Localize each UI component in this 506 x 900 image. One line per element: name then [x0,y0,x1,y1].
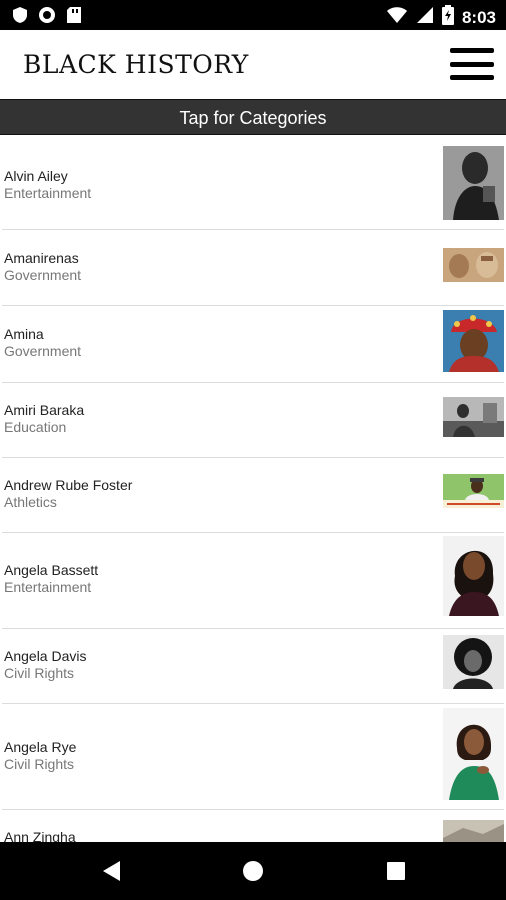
person-photo [443,635,504,689]
hamburger-menu-icon[interactable] [450,48,494,80]
person-name: Angela Davis [4,648,87,664]
list-item[interactable]: Angela Davis Civil Rights [0,629,506,704]
list-item[interactable]: Angela Rye Civil Rights [0,704,506,810]
person-name: Amina [4,326,44,342]
person-name: Andrew Rube Foster [4,477,133,493]
back-icon[interactable] [100,860,122,887]
person-photo [443,310,504,372]
list-item[interactable]: Ann Zingha [0,810,506,842]
person-name: Amanirenas [4,250,79,266]
person-photo [443,146,504,220]
person-photo [443,397,504,437]
person-photo [443,248,504,282]
categories-button[interactable]: Tap for Categories [0,99,506,135]
circle-icon [38,6,56,29]
app-title: BLACK HISTORY [23,50,249,79]
person-category: Entertainment [4,579,92,595]
shield-icon [12,6,28,29]
person-name: Ann Zingha [4,829,76,842]
recents-icon[interactable] [386,861,406,886]
person-photo [443,708,504,800]
wifi-icon [386,6,408,29]
menu-line [450,61,494,67]
person-category: Civil Rights [4,756,75,772]
menu-line [450,48,494,53]
person-category: Athletics [4,494,57,510]
person-category: Education [4,419,67,435]
person-category: Civil Rights [4,665,75,681]
list-item[interactable]: Alvin Ailey Entertainment [0,140,506,230]
status-bar-right-icons: 8:03 [386,5,496,30]
person-name: Amiri Baraka [4,402,85,418]
person-category: Government [4,267,82,283]
status-time: 8:03 [461,7,496,27]
status-bar: 8:03 [0,0,506,30]
home-icon[interactable] [242,860,264,887]
person-photo [443,536,504,616]
list-item[interactable]: Amina Government [0,306,506,383]
battery-icon [441,5,454,30]
cellular-signal-icon [416,6,434,29]
person-category: Entertainment [4,185,92,201]
person-name: Alvin Ailey [4,168,68,184]
list-item[interactable]: Andrew Rube Foster Athletics [0,458,506,533]
sd-card-icon [66,6,82,29]
list-item[interactable]: Amiri Baraka Education [0,383,506,458]
person-photo [443,474,504,508]
list-item[interactable]: Amanirenas Government [0,230,506,306]
person-name: Angela Bassett [4,562,99,578]
list-item[interactable]: Angela Bassett Entertainment [0,533,506,629]
status-bar-left-icons [12,6,82,29]
person-photo [443,820,504,842]
menu-line [450,75,494,80]
navigation-bar [0,842,506,900]
person-category: Government [4,343,82,359]
person-list: Alvin Ailey Entertainment Amanirenas Gov… [0,140,506,842]
app-header: BLACK HISTORY [0,30,506,99]
person-name: Angela Rye [4,739,77,755]
